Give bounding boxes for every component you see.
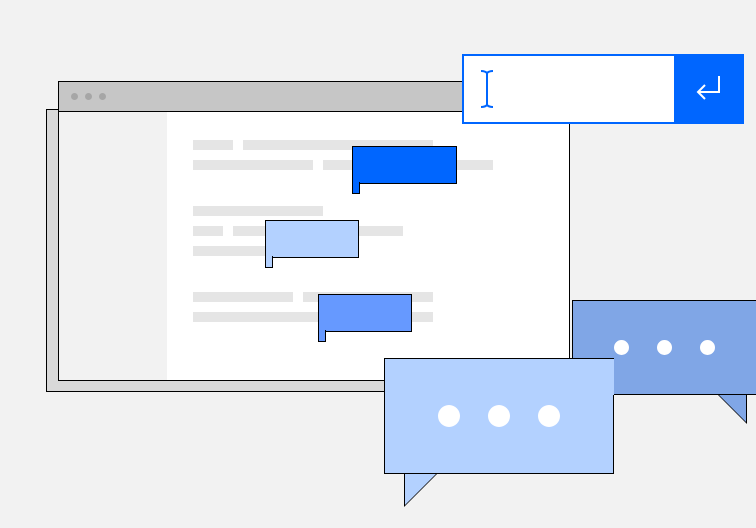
typing-dot-icon: [700, 340, 715, 355]
comment-tag: [318, 294, 412, 332]
traffic-light-icon: [71, 93, 78, 100]
search-input-box[interactable]: [462, 54, 744, 124]
window-sidebar: [59, 112, 167, 380]
comment-tag: [352, 146, 457, 184]
text-placeholder: [193, 140, 233, 150]
typing-dot-icon: [614, 340, 629, 355]
enter-arrow-icon: [691, 72, 725, 106]
search-field[interactable]: [464, 56, 674, 122]
comment-tag: [265, 220, 359, 258]
overlap-mask: [572, 359, 614, 395]
traffic-light-icon: [99, 93, 106, 100]
typing-dot-icon: [657, 340, 672, 355]
traffic-light-icon: [85, 93, 92, 100]
text-placeholder: [193, 160, 313, 170]
text-placeholder: [193, 226, 223, 236]
typing-dot-icon: [538, 405, 560, 427]
text-placeholder: [193, 246, 273, 256]
text-cursor-icon: [480, 69, 494, 109]
text-placeholder: [193, 206, 323, 216]
submit-button[interactable]: [674, 56, 742, 122]
chat-bubble-tail: [405, 473, 437, 505]
typing-dot-icon: [438, 405, 460, 427]
chat-bubble-tail: [718, 394, 746, 422]
typing-dot-icon: [488, 405, 510, 427]
text-placeholder: [193, 292, 293, 302]
